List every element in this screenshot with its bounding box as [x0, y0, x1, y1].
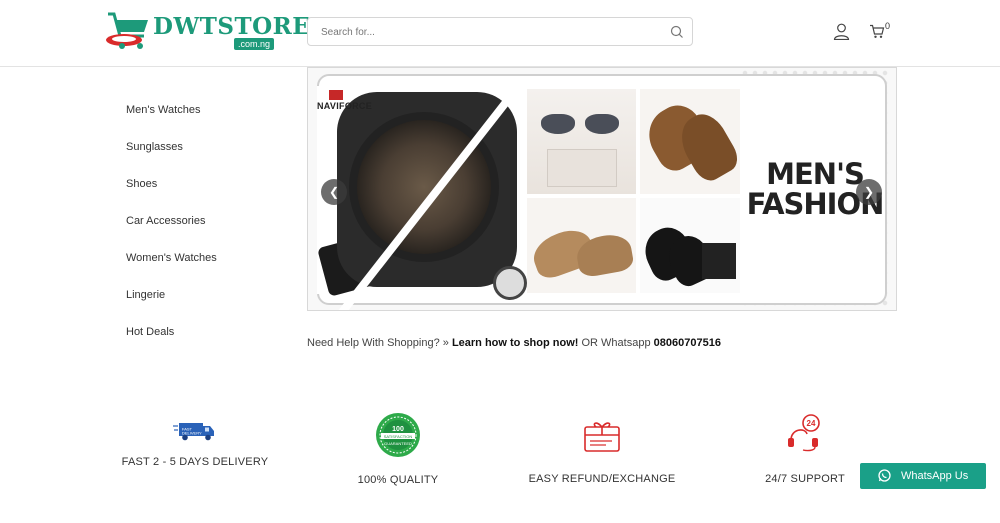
- right-lens: [585, 114, 619, 134]
- delivery-truck-icon: FAST DELIVERY: [173, 423, 214, 441]
- brown-shoes-image: [638, 89, 744, 194]
- svg-text:24: 24: [807, 419, 816, 428]
- site-header: DWTSTORE .com.ng 0: [0, 0, 1000, 67]
- sidebar-item-sunglasses[interactable]: Sunglasses: [126, 140, 296, 177]
- small-watch-image: [493, 266, 527, 300]
- search-input[interactable]: [321, 24, 651, 40]
- search-icon[interactable]: [670, 25, 684, 39]
- store-logo[interactable]: DWTSTORE .com.ng: [104, 10, 310, 52]
- sidebar-item-mens-watches[interactable]: Men's Watches: [126, 103, 296, 140]
- user-account-icon[interactable]: [833, 23, 850, 40]
- whatsapp-us-label: WhatsApp Us: [901, 470, 969, 482]
- gift-card-icon: [584, 422, 620, 452]
- feature-support-label: 24/7 SUPPORT: [765, 473, 845, 485]
- help-middle: OR Whatsapp: [578, 337, 654, 349]
- sidebar-item-lingerie[interactable]: Lingerie: [126, 288, 296, 325]
- sidebar-item-hot-deals[interactable]: Hot Deals: [126, 325, 296, 362]
- svg-text:DELIVERY: DELIVERY: [182, 431, 202, 436]
- naviforce-logo-mark: [329, 90, 343, 100]
- category-sidebar: Men's Watches Sunglasses Shoes Car Acces…: [126, 103, 296, 362]
- feature-refund-label: EASY REFUND/EXCHANGE: [528, 473, 676, 485]
- glasses-box: [547, 149, 617, 187]
- sidebar-item-womens-watches[interactable]: Women's Watches: [126, 251, 296, 288]
- feature-delivery-label: FAST 2 - 5 DAYS DELIVERY: [121, 456, 269, 468]
- feature-delivery: FAST DELIVERY FAST 2 - 5 DAYS DELIVERY: [120, 420, 270, 468]
- carousel-next-button[interactable]: ❯: [856, 179, 882, 205]
- svg-text:100: 100: [392, 426, 404, 433]
- logo-domain: .com.ng: [234, 38, 275, 50]
- search-bar: [307, 17, 693, 46]
- loafers-image: [527, 198, 636, 293]
- cart-logo-icon: [106, 12, 148, 49]
- carousel-prev-button[interactable]: ❮: [321, 179, 347, 205]
- left-lens: [541, 114, 575, 134]
- svg-text:SATISFACTION: SATISFACTION: [384, 434, 413, 439]
- logo-text: DWTSTORE: [153, 13, 311, 40]
- black-shoes-image: [637, 198, 740, 293]
- sunglasses-image: [527, 89, 636, 194]
- sidebar-item-shoes[interactable]: Shoes: [126, 177, 296, 214]
- whatsapp-us-button[interactable]: WhatsApp Us: [860, 463, 986, 489]
- banner-brand: NAVIFORCE: [317, 101, 373, 111]
- whatsapp-icon: [878, 469, 891, 482]
- shoe-box: [702, 243, 736, 279]
- feature-quality: 100 SATISFACTION GUARANTEED 100% QUALITY: [323, 412, 473, 486]
- hero-banner[interactable]: NAVIFORCE MEN'S FASHION ❮ ❯: [307, 67, 897, 311]
- feature-support: 24 24/7 SUPPORT: [730, 414, 880, 485]
- feature-refund: EASY REFUND/EXCHANGE: [527, 418, 677, 485]
- feature-quality-label: 100% QUALITY: [357, 474, 439, 486]
- svg-text:GUARANTEED: GUARANTEED: [384, 441, 412, 446]
- help-prefix: Need Help With Shopping? »: [307, 337, 452, 349]
- learn-to-shop-link[interactable]: Learn how to shop now!: [452, 337, 579, 349]
- shopping-help-line: Need Help With Shopping? » Learn how to …: [307, 337, 721, 349]
- whatsapp-phone: 08060707516: [653, 337, 721, 349]
- sidebar-item-car-accessories[interactable]: Car Accessories: [126, 214, 296, 251]
- watch-image: [317, 86, 527, 310]
- cart-icon[interactable]: [869, 24, 885, 39]
- quality-badge-icon: 100 SATISFACTION GUARANTEED: [376, 413, 420, 457]
- support-headset-icon: 24: [788, 414, 820, 452]
- cart-count-badge: 0: [885, 21, 891, 31]
